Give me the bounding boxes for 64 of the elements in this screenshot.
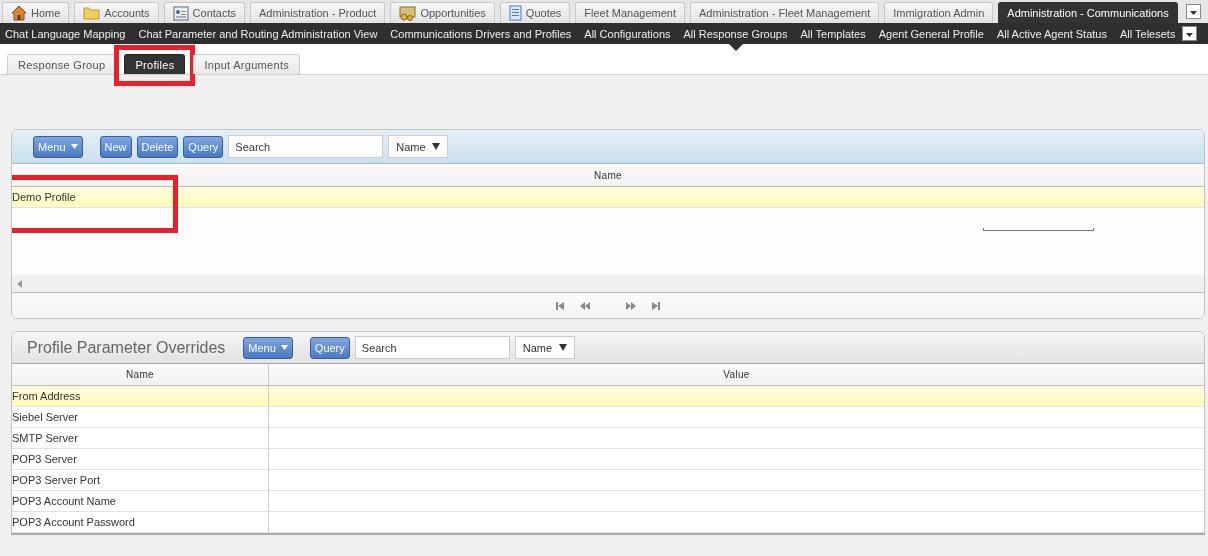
table-cell: POP3 Account Name [12,495,116,507]
view-link[interactable]: Chat Language Mapping [5,27,126,40]
table-cell: POP3 Server Port [12,474,101,486]
house-icon [11,5,27,21]
screen-tab[interactable]: Contacts [163,2,245,23]
screen-tab[interactable]: Accounts [74,2,159,23]
search-by-dropdown[interactable]: Name [388,135,449,158]
table-row[interactable]: POP3 Server [12,449,1204,470]
table-cell: Siebel Server [12,411,79,423]
column-header[interactable]: Value [269,369,1204,380]
view-link[interactable]: All Active Agent Status [996,27,1107,40]
view-link[interactable]: All Templates [800,27,866,40]
caret-icon [1185,4,1201,19]
first-page-icon[interactable] [556,301,564,310]
id-card-icon [172,5,189,21]
view-link[interactable]: Chat Parameter and Routing Administration View [138,27,378,40]
view-link[interactable]: Communications Drivers and Profiles [390,27,572,40]
table-row[interactable]: From Address [12,386,1204,407]
caret-icon [280,345,288,350]
screen-tab[interactable]: Administration - Communications [998,2,1178,23]
left-arrow-icon [17,279,22,288]
screen-tab[interactable]: Immigration Admin [884,2,994,23]
table-row[interactable]: POP3 Account Password [12,512,1204,533]
next-page-icon[interactable] [626,301,636,310]
table-row[interactable]: POP3 Account Name [12,491,1204,512]
sub-tab[interactable]: Profiles [124,54,186,74]
table-row[interactable]: POP3 Server Port [12,470,1204,491]
previous-page-icon[interactable] [580,301,590,310]
document-icon [508,5,522,21]
screen-tab[interactable]: Home [2,2,70,23]
table-row[interactable]: Demo Profile [12,187,1204,208]
caret-icon [432,143,441,150]
table-row[interactable]: Siebel Server [12,407,1204,428]
horizontal-scrollbar[interactable] [12,275,1204,293]
table-cell: POP3 Account Password [12,516,135,528]
search-by-dropdown[interactable]: Name [514,336,575,359]
table-cell: Demo Profile [12,191,76,203]
view-link[interactable]: All Response Groups [683,27,788,40]
sub-tab[interactable]: Response Group [7,54,117,74]
tab-overflow-button[interactable] [1185,4,1201,19]
sub-tab[interactable]: Input Arguments [193,54,301,74]
view-link[interactable]: All Configurations [584,27,671,40]
table-row[interactable]: SMTP Server [12,428,1204,449]
caret-icon [70,144,78,149]
screen-tab[interactable]: Administration - Fleet Management [690,2,880,23]
column-header[interactable]: Name [12,364,269,385]
table-cell: From Address [12,390,81,402]
screen-tab[interactable]: Opportunities [390,2,495,23]
screen-tab[interactable]: Quotes [499,2,571,23]
search-field[interactable]: Search [228,135,384,158]
applet-title: Profile Parameter Overrides [27,338,226,357]
last-page-icon[interactable] [652,301,660,310]
caret-icon [1182,26,1198,41]
folder-icon [83,6,101,20]
view-overflow-button[interactable] [1182,26,1198,41]
view-link[interactable]: Agent General Profile [878,27,984,40]
table-cell: POP3 Server [12,453,77,465]
screen-tab[interactable]: Fleet Management [575,2,686,23]
view-link[interactable]: All Telesets [1119,27,1176,40]
screen-tab[interactable]: Administration - Product [250,2,386,23]
caret-icon [558,344,567,351]
search-field[interactable]: Search [354,336,510,359]
money-icon [399,5,417,21]
table-cell: SMTP Server [12,432,78,444]
